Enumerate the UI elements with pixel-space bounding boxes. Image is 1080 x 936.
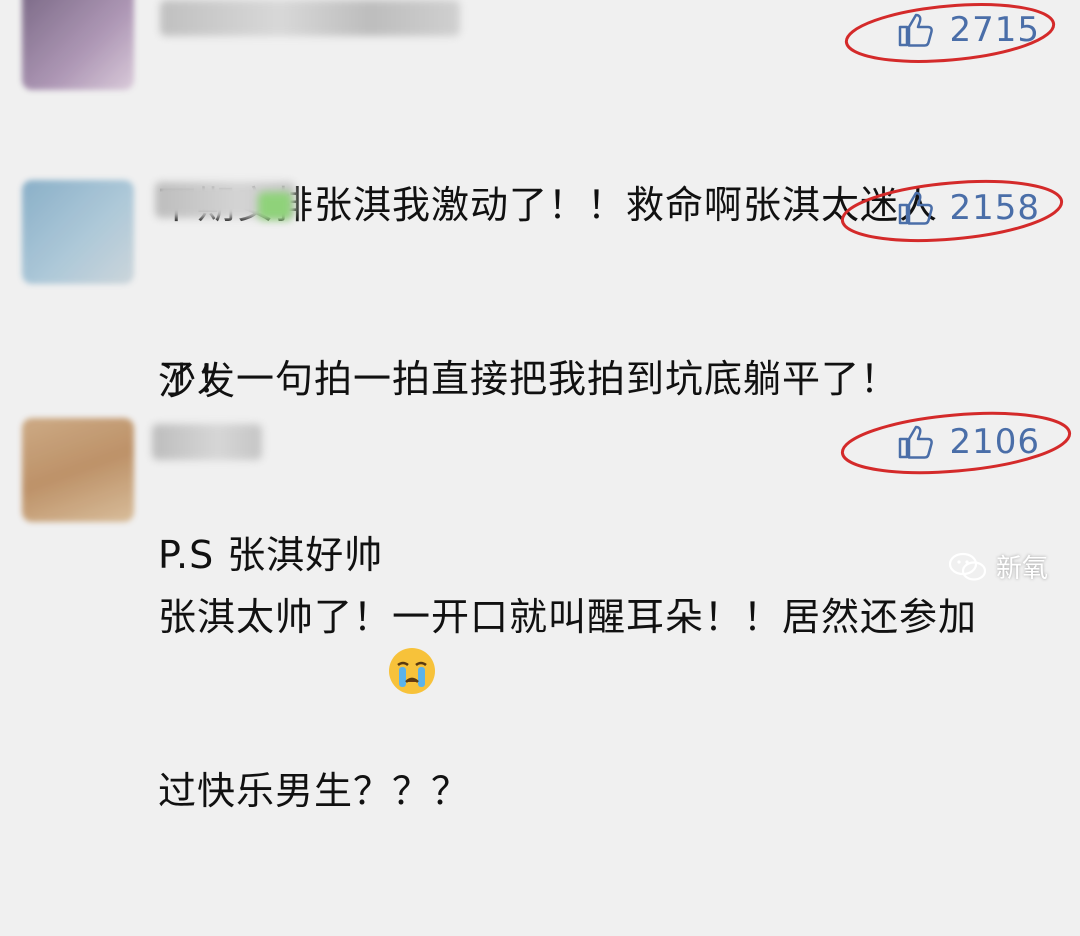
like-button[interactable]: 2106 <box>897 416 1040 468</box>
username-blurred[interactable] <box>258 192 292 220</box>
comment-line: 过快乐男生？？？ <box>158 769 471 813</box>
avatar[interactable] <box>22 180 134 284</box>
comment-text: 张淇太帅了！一开口就叫醒耳朵！！居然还参加 过快乐男生？？？ <box>158 472 977 936</box>
like-count: 2158 <box>949 188 1040 228</box>
thumbs-up-icon <box>897 190 935 226</box>
watermark-text: 新氧 <box>995 554 1048 584</box>
thumbs-up-icon <box>897 424 935 460</box>
like-count: 2106 <box>949 422 1040 462</box>
watermark: 新氧 <box>948 548 1048 585</box>
username-blurred[interactable] <box>152 424 262 460</box>
like-button[interactable]: 2715 <box>897 4 1040 56</box>
avatar[interactable] <box>22 418 134 522</box>
avatar[interactable] <box>22 0 134 90</box>
comment-line: 张淇太帅了！一开口就叫醒耳朵！！居然还参加 <box>158 595 978 639</box>
wechat-logo-icon <box>948 552 987 581</box>
like-button[interactable]: 2158 <box>897 182 1040 234</box>
username-blurred[interactable] <box>160 0 460 36</box>
like-count: 2715 <box>949 10 1040 50</box>
thumbs-up-icon <box>897 12 935 48</box>
comment-line: 沙发 <box>158 359 237 403</box>
